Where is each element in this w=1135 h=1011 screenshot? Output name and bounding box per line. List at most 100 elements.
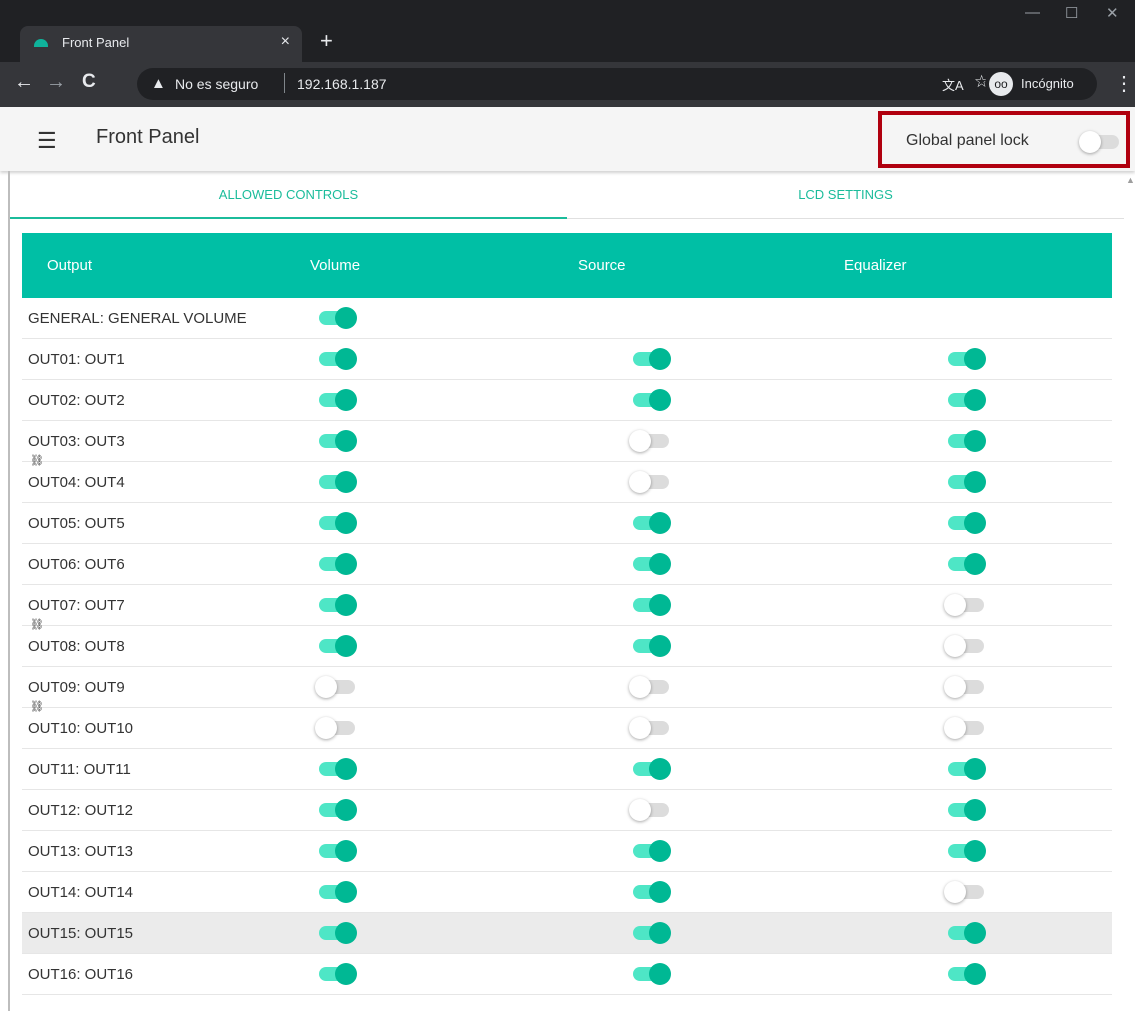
link-icon[interactable]: ⛓ [30, 618, 44, 631]
source-toggle[interactable] [629, 594, 671, 616]
output-label: OUT08: OUT8 [28, 638, 125, 655]
volume-toggle[interactable] [315, 963, 357, 985]
equalizer-toggle[interactable] [944, 717, 986, 739]
close-tab-icon[interactable]: × [281, 33, 290, 51]
column-header-volume: Volume [310, 257, 361, 274]
output-label: OUT11: OUT11 [28, 761, 131, 778]
equalizer-toggle[interactable] [944, 389, 986, 411]
app-header: ☰ Front Panel Global panel lock [0, 107, 1135, 171]
tab-lcd-settings[interactable]: LCD SETTINGS [567, 171, 1124, 219]
equalizer-toggle[interactable] [944, 799, 986, 821]
forward-arrow-icon[interactable]: → [46, 71, 66, 94]
close-window-button[interactable]: ✕ [1106, 4, 1119, 22]
volume-toggle[interactable] [315, 635, 357, 657]
security-status[interactable]: No es seguro [175, 76, 258, 92]
volume-toggle[interactable] [315, 512, 357, 534]
source-toggle[interactable] [629, 635, 671, 657]
table-row: OUT14: OUT14 [22, 872, 1112, 913]
source-toggle[interactable] [629, 717, 671, 739]
volume-toggle[interactable] [315, 307, 357, 329]
table-row: OUT11: OUT11 [22, 749, 1112, 790]
equalizer-toggle[interactable] [944, 430, 986, 452]
table-row: OUT12: OUT12 [22, 790, 1112, 831]
output-label: OUT12: OUT12 [28, 802, 134, 819]
global-panel-lock-label: Global panel lock [906, 132, 1029, 149]
volume-toggle[interactable] [315, 758, 357, 780]
equalizer-toggle[interactable] [944, 963, 986, 985]
output-label: GENERAL: GENERAL VOLUME [28, 310, 247, 327]
volume-toggle[interactable] [315, 471, 357, 493]
equalizer-toggle[interactable] [944, 635, 986, 657]
table-row: OUT03: OUT3 [22, 421, 1112, 462]
volume-toggle[interactable] [315, 676, 357, 698]
table-row: OUT16: OUT16 [22, 954, 1112, 995]
table-header: Output Volume Source Equalizer [22, 233, 1112, 298]
browser-menu-icon[interactable]: ⋮ [1114, 71, 1134, 96]
volume-toggle[interactable] [315, 799, 357, 821]
table-row: OUT04: OUT4 [22, 462, 1112, 503]
page-title: Front Panel [96, 126, 200, 148]
equalizer-toggle[interactable] [944, 594, 986, 616]
url-text[interactable]: 192.168.1.187 [297, 76, 387, 92]
global-panel-lock-toggle[interactable] [1079, 131, 1121, 153]
source-toggle[interactable] [629, 430, 671, 452]
source-toggle[interactable] [629, 963, 671, 985]
equalizer-toggle[interactable] [944, 553, 986, 575]
hamburger-icon[interactable]: ☰ [37, 128, 57, 154]
table-row: OUT07: OUT7 [22, 585, 1112, 626]
volume-toggle[interactable] [315, 881, 357, 903]
address-bar[interactable]: ▲ No es seguro 192.168.1.187 文A ☆ [137, 68, 1075, 100]
output-label: OUT15: OUT15 [28, 925, 134, 942]
source-toggle[interactable] [629, 512, 671, 534]
equalizer-toggle[interactable] [944, 881, 986, 903]
source-toggle[interactable] [629, 881, 671, 903]
tab-bar: ALLOWED CONTROLS LCD SETTINGS [10, 171, 1125, 219]
translate-icon[interactable]: 文A [942, 75, 964, 94]
warning-icon: ▲ [151, 75, 166, 92]
maximize-window-button[interactable]: ☐ [1065, 4, 1078, 22]
output-label: OUT13: OUT13 [28, 843, 134, 860]
source-toggle[interactable] [629, 348, 671, 370]
output-label: OUT09: OUT9 [28, 679, 125, 696]
equalizer-toggle[interactable] [944, 512, 986, 534]
panel-border [8, 171, 10, 1011]
tab-allowed-controls[interactable]: ALLOWED CONTROLS [10, 171, 567, 219]
source-toggle[interactable] [629, 553, 671, 575]
reload-icon[interactable]: C [82, 71, 96, 93]
equalizer-toggle[interactable] [944, 922, 986, 944]
link-icon[interactable]: ⛓ [30, 700, 44, 713]
table-row: OUT05: OUT5 [22, 503, 1112, 544]
minimize-window-button[interactable]: — [1025, 4, 1040, 21]
equalizer-toggle[interactable] [944, 758, 986, 780]
back-arrow-icon[interactable]: ← [14, 71, 34, 94]
browser-tab-title: Front Panel [62, 35, 130, 50]
equalizer-toggle[interactable] [944, 676, 986, 698]
table-row: OUT01: OUT1 [22, 339, 1112, 380]
source-toggle[interactable] [629, 799, 671, 821]
volume-toggle[interactable] [315, 553, 357, 575]
source-toggle[interactable] [629, 922, 671, 944]
volume-toggle[interactable] [315, 922, 357, 944]
source-toggle[interactable] [629, 389, 671, 411]
volume-toggle[interactable] [315, 840, 357, 862]
scroll-up-icon[interactable]: ▲ [1126, 175, 1135, 185]
new-tab-button[interactable]: + [320, 28, 333, 54]
source-toggle[interactable] [629, 471, 671, 493]
source-toggle[interactable] [629, 676, 671, 698]
browser-tab[interactable]: Front Panel × [20, 26, 302, 62]
volume-toggle[interactable] [315, 389, 357, 411]
incognito-profile-button[interactable]: oo Incógnito [985, 68, 1097, 100]
volume-toggle[interactable] [315, 717, 357, 739]
output-label: OUT03: OUT3 [28, 433, 125, 450]
volume-toggle[interactable] [315, 430, 357, 452]
link-icon[interactable]: ⛓ [30, 454, 44, 467]
table-body: GENERAL: GENERAL VOLUME OUT01: OUT1 OUT02:… [22, 298, 1112, 995]
volume-toggle[interactable] [315, 594, 357, 616]
equalizer-toggle[interactable] [944, 471, 986, 493]
table-row: OUT02: OUT2 [22, 380, 1112, 421]
source-toggle[interactable] [629, 758, 671, 780]
equalizer-toggle[interactable] [944, 840, 986, 862]
equalizer-toggle[interactable] [944, 348, 986, 370]
volume-toggle[interactable] [315, 348, 357, 370]
source-toggle[interactable] [629, 840, 671, 862]
